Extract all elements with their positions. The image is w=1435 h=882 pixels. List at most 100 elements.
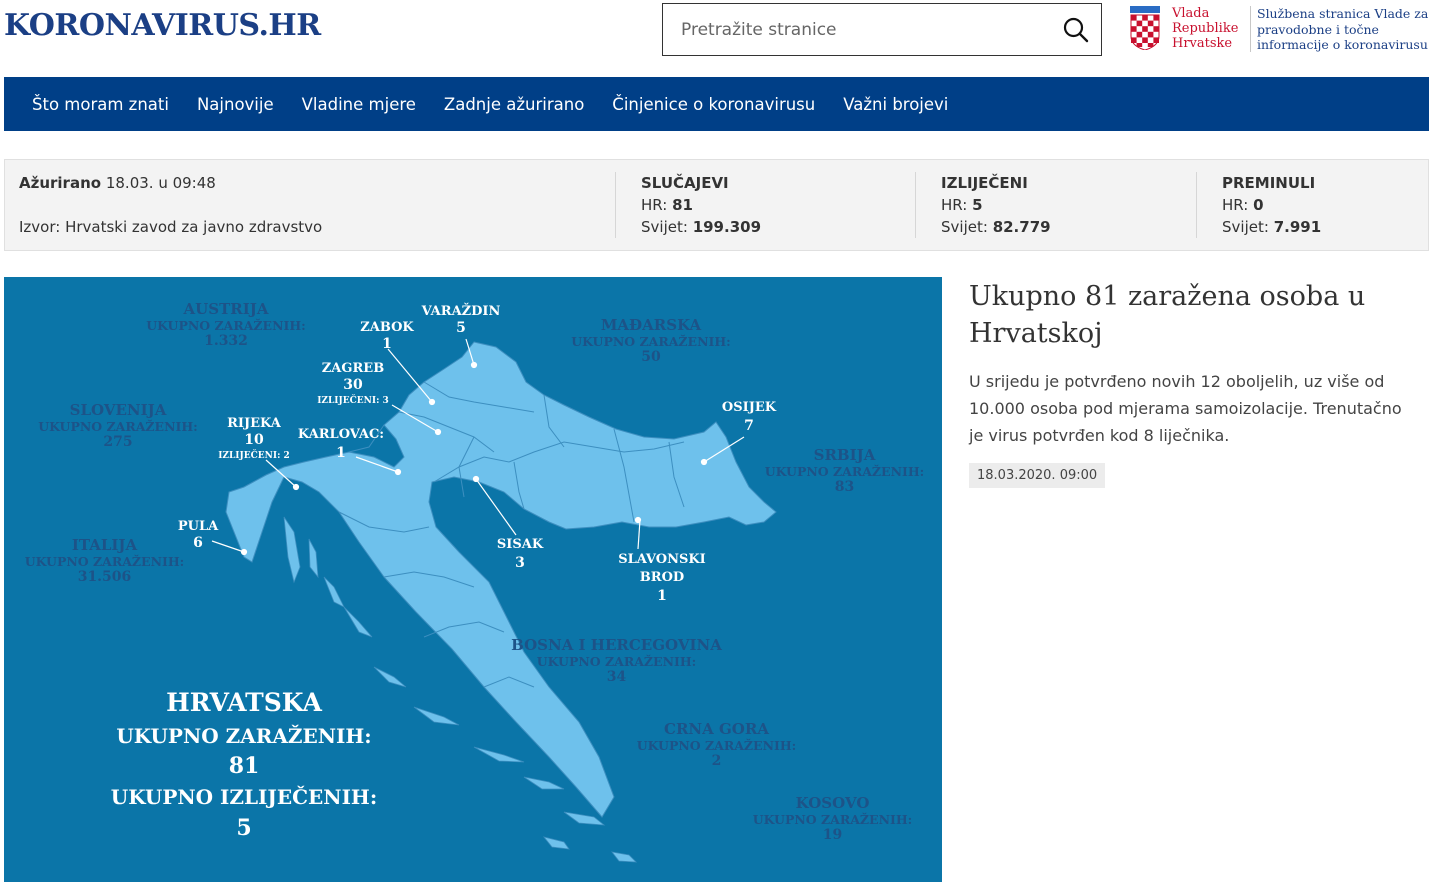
country-sub: UKUPNO ZARAŽENIH: — [38, 419, 198, 434]
city-name: KARLOVAC: — [297, 427, 385, 442]
updated-line: Ažurirano 18.03. u 09:48 — [19, 174, 216, 192]
article-date: 18.03.2020. 09:00 — [969, 463, 1106, 488]
government-link[interactable]: Vlada Republike Hrvatske Službena strani… — [1128, 6, 1435, 53]
country-num: 1.332 — [204, 333, 248, 349]
city-label-sisak: SISAK 3 — [490, 535, 550, 573]
world-value: 199.309 — [692, 218, 762, 236]
world-value: 7.991 — [1273, 218, 1322, 236]
country-sub: UKUPNO ZARAŽENIH: — [752, 812, 913, 827]
hr-value: 0 — [1253, 196, 1264, 214]
city-num: 5 — [456, 320, 466, 336]
stats-world-line: Svijet: 7.991 — [1222, 218, 1321, 236]
nav-item-vazni-brojevi[interactable]: Važni brojevi — [843, 95, 948, 114]
hr-value: 81 — [672, 196, 693, 214]
city-label-pula: PULA 6 — [170, 518, 226, 552]
article-teaser: Ukupno 81 zaražena osoba u Hrvatskoj U s… — [969, 278, 1419, 488]
country-name: KOSOVO — [795, 794, 870, 812]
stats-panel: Ažurirano 18.03. u 09:48 Izvor: Hrvatski… — [4, 159, 1429, 251]
country-num: 2 — [711, 753, 722, 769]
country-name: AUSTRIJA — [183, 300, 269, 318]
city-label-rijeka: RIJEKA 10 IZLIJEČENI: 2 — [214, 416, 294, 464]
country-label-kosovo: KOSOVO UKUPNO ZARAŽENIH: 19 — [750, 794, 915, 843]
hr-label: HR: — [641, 196, 668, 214]
city-num: 6 — [193, 535, 203, 551]
source-text: Izvor: Hrvatski zavod za javno zdravstvo — [19, 218, 323, 236]
city-sub: IZLIJEČENI: 3 — [317, 396, 389, 406]
nav-item-najnovije[interactable]: Najnovije — [197, 95, 274, 114]
country-label-crna-gora: CRNA GORA UKUPNO ZARAŽENIH: 2 — [634, 720, 799, 769]
nav-item-zadnje-azurirano[interactable]: Zadnje ažurirano — [444, 95, 584, 114]
stats-world-line: Svijet: 199.309 — [641, 218, 761, 236]
main-nav: Što moram znati Najnovije Vladine mjere … — [4, 77, 1429, 131]
search-input[interactable] — [663, 3, 1051, 56]
country-sub: UKUPNO ZARAŽENIH: — [764, 464, 925, 479]
city-name: RIJEKA — [227, 416, 281, 431]
country-sub: UKUPNO ZARAŽENIH: — [24, 554, 185, 569]
country-num: 31.506 — [77, 569, 132, 585]
country-label-italija: ITALIJA UKUPNO ZARAŽENIH: 31.506 — [22, 536, 187, 585]
city-num: 3 — [515, 555, 525, 571]
world-label: Svijet: — [941, 218, 988, 236]
country-sub: UKUPNO ZARAŽENIH: — [146, 318, 306, 333]
world-label: Svijet: — [1222, 218, 1269, 236]
divider — [915, 172, 916, 238]
city-name: SISAK — [496, 537, 544, 552]
stats-hr-line: HR: 0 — [1222, 196, 1264, 214]
summary-recovered-label: UKUPNO IZLIJEČENIH: — [110, 785, 378, 809]
country-name: MAĐARSKA — [600, 316, 702, 334]
city-name: ZAGREB — [321, 361, 385, 376]
nav-item-sto-moram-znati[interactable]: Što moram znati — [32, 95, 169, 114]
city-label-slavonski-brod: SLAVONSKI BROD 1 — [606, 551, 718, 605]
country-name: CRNA GORA — [664, 720, 769, 738]
article-body: U srijedu je potvrđeno novih 12 oboljeli… — [969, 372, 1402, 445]
updated-value: 18.03. u 09:48 — [105, 174, 216, 192]
stats-group-title: SLUČAJEVI — [641, 174, 729, 192]
hr-value: 5 — [972, 196, 983, 214]
city-name: VARAŽDIN — [421, 304, 501, 319]
country-num: 275 — [103, 434, 133, 450]
article-title[interactable]: Ukupno 81 zaražena osoba u Hrvatskoj — [969, 278, 1419, 352]
stats-group-title: IZLIJEČENI — [941, 174, 1028, 192]
country-num: 50 — [641, 349, 661, 365]
country-num: 34 — [606, 669, 627, 685]
city-label-varazdin: VARAŽDIN 5 — [416, 303, 506, 337]
world-value: 82.779 — [992, 218, 1051, 236]
country-label-slovenija: SLOVENIJA UKUPNO ZARAŽENIH: 275 — [38, 401, 198, 450]
site-logo[interactable]: KORONAVIRUS.HR — [4, 8, 321, 43]
city-num: 30 — [343, 377, 363, 393]
city-name: PULA — [177, 519, 219, 534]
nav-item-cinjenice[interactable]: Činjenice o koronavirusu — [612, 95, 815, 114]
nav-item-vladine-mjere[interactable]: Vladine mjere — [302, 95, 416, 114]
summary-recovered: 5 — [236, 815, 252, 841]
country-sub: UKUPNO ZARAŽENIH: — [571, 334, 731, 349]
stats-group-title: PREMINULI — [1222, 174, 1316, 192]
country-label-austrija: AUSTRIJA UKUPNO ZARAŽENIH: 1.332 — [146, 300, 306, 349]
world-label: Svijet: — [641, 218, 688, 236]
city-num: 1 — [336, 445, 346, 461]
country-name: SLOVENIJA — [69, 401, 167, 419]
country-label-srbija: SRBIJA UKUPNO ZARAŽENIH: 83 — [762, 446, 927, 495]
updated-label: Ažurirano — [19, 174, 102, 192]
city-name: SLAVONSKI BROD — [618, 552, 706, 585]
country-name: BOSNA I HERCEGOVINA — [511, 636, 722, 654]
country-sub: UKUPNO ZARAŽENIH: — [536, 654, 697, 669]
croatia-summary: HRVATSKA UKUPNO ZARAŽENIH: 81 UKUPNO IZL… — [104, 685, 384, 843]
country-num: 83 — [834, 479, 855, 495]
country-sub: UKUPNO ZARAŽENIH: — [636, 738, 797, 753]
divider — [1250, 6, 1251, 52]
divider — [615, 172, 616, 238]
hr-label: HR: — [941, 196, 968, 214]
search-box[interactable] — [662, 3, 1102, 56]
city-sub: IZLIJEČENI: 2 — [218, 451, 290, 461]
city-label-karlovac: KARLOVAC: 1 — [296, 426, 386, 462]
summary-country: HRVATSKA — [166, 688, 322, 717]
stats-world-line: Svijet: 82.779 — [941, 218, 1051, 236]
city-name: OSIJEK — [721, 400, 777, 415]
hr-label: HR: — [1222, 196, 1249, 214]
government-description: Službena stranica Vlade za pravodobne i … — [1257, 6, 1429, 52]
city-label-zabok: ZABOK 1 — [352, 319, 422, 353]
summary-infected: 81 — [228, 753, 260, 779]
search-icon[interactable] — [1051, 5, 1101, 55]
summary-infected-label: UKUPNO ZARAŽENIH: — [116, 724, 372, 748]
croatia-map-infographic[interactable]: AUSTRIJA UKUPNO ZARAŽENIH: 1.332 MAĐARSK… — [4, 277, 942, 882]
